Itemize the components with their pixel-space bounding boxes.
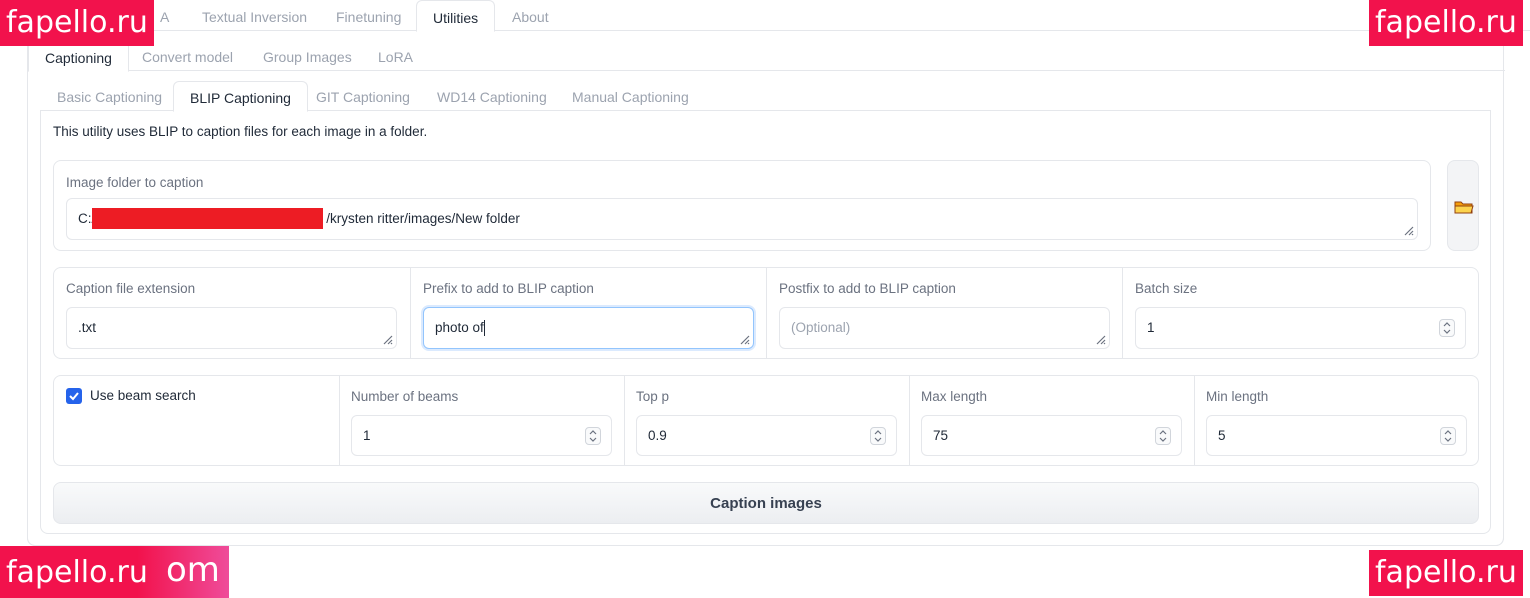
- tab-utilities[interactable]: Utilities: [416, 0, 496, 32]
- stepper-icon[interactable]: [585, 427, 601, 445]
- num-beams-value: 1: [363, 428, 371, 443]
- tab-manual-captioning[interactable]: Manual Captioning: [572, 81, 689, 111]
- tab-basic-captioning[interactable]: Basic Captioning: [57, 81, 162, 111]
- description-text: This utility uses BLIP to caption files …: [53, 124, 428, 139]
- checkmark-icon: [69, 392, 79, 401]
- max-length-label: Max length: [921, 389, 988, 404]
- watermark-bottom-right: fapello.ru: [1369, 550, 1523, 596]
- watermark-bottom-left-suffix: om: [166, 550, 220, 590]
- tab-finetuning[interactable]: Finetuning: [336, 0, 401, 31]
- batch-size-label: Batch size: [1135, 281, 1198, 296]
- top-tab-bar: A Textual Inversion Finetuning Utilities…: [0, 0, 1530, 32]
- num-beams-label: Number of beams: [351, 389, 459, 404]
- caption-options-row: Caption file extension .txt Prefix to ad…: [53, 267, 1479, 359]
- top-p-input[interactable]: 0.9: [636, 415, 897, 456]
- postfix-placeholder: (Optional): [791, 320, 851, 335]
- resize-handle-icon[interactable]: [1402, 224, 1414, 236]
- tab-convert-model[interactable]: Convert model: [142, 41, 233, 71]
- caption-ext-value: .txt: [78, 320, 97, 335]
- beam-search-label[interactable]: Use beam search: [90, 388, 196, 403]
- tab-about[interactable]: About: [512, 0, 549, 31]
- resize-handle-icon[interactable]: [738, 333, 750, 345]
- prefix-input[interactable]: photo of: [423, 307, 754, 349]
- resize-handle-icon[interactable]: [381, 333, 393, 345]
- tab-lora-partial[interactable]: A: [160, 0, 169, 31]
- beam-options-row: Number of beams 1 Top p 0.9 Max length 7…: [53, 375, 1479, 466]
- beam-search-checkbox[interactable]: [66, 388, 82, 404]
- tab-lora[interactable]: LoRA: [378, 41, 413, 71]
- prefix-label: Prefix to add to BLIP caption: [423, 281, 594, 296]
- stepper-icon[interactable]: [870, 427, 886, 445]
- top-p-value: 0.9: [648, 428, 667, 443]
- postfix-label: Postfix to add to BLIP caption: [779, 281, 956, 296]
- min-length-value: 5: [1218, 428, 1226, 443]
- watermark-bottom-left: fapello.ru: [6, 555, 148, 590]
- stepper-icon[interactable]: [1155, 427, 1171, 445]
- watermark-top-left: fapello.ru: [0, 0, 154, 46]
- postfix-input[interactable]: (Optional): [779, 307, 1110, 349]
- min-length-label: Min length: [1206, 389, 1269, 404]
- tab-blip-captioning[interactable]: BLIP Captioning: [173, 81, 308, 112]
- redaction-bar: [92, 208, 323, 229]
- image-folder-label: Image folder to caption: [66, 175, 204, 190]
- num-beams-input[interactable]: 1: [351, 415, 612, 456]
- min-length-input[interactable]: 5: [1206, 415, 1467, 456]
- tab-textual-inversion[interactable]: Textual Inversion: [202, 0, 307, 31]
- text-cursor: [483, 320, 485, 337]
- tab-wd14-captioning[interactable]: WD14 Captioning: [437, 81, 547, 111]
- stepper-icon[interactable]: [1439, 319, 1455, 337]
- caption-ext-input[interactable]: .txt: [66, 307, 397, 349]
- batch-size-input[interactable]: 1: [1135, 307, 1466, 349]
- folder-button[interactable]: [1447, 160, 1479, 251]
- resize-handle-icon[interactable]: [1094, 333, 1106, 345]
- batch-size-value: 1: [1147, 320, 1155, 335]
- image-folder-block: Image folder to caption C://krysten ritt…: [53, 160, 1431, 251]
- top-p-label: Top p: [636, 389, 670, 404]
- image-folder-suffix: /krysten ritter/images/New folder: [326, 211, 520, 226]
- max-length-value: 75: [933, 428, 949, 443]
- max-length-input[interactable]: 75: [921, 415, 1182, 456]
- watermark-top-right: fapello.ru: [1369, 0, 1523, 46]
- tab-git-captioning[interactable]: GIT Captioning: [316, 81, 410, 111]
- stepper-icon[interactable]: [1440, 427, 1456, 445]
- caption-ext-label: Caption file extension: [66, 281, 196, 296]
- tab-group-images[interactable]: Group Images: [263, 41, 352, 71]
- caption-images-button[interactable]: Caption images: [53, 482, 1479, 524]
- prefix-value: photo of: [435, 320, 484, 335]
- folder-icon: [1454, 201, 1474, 214]
